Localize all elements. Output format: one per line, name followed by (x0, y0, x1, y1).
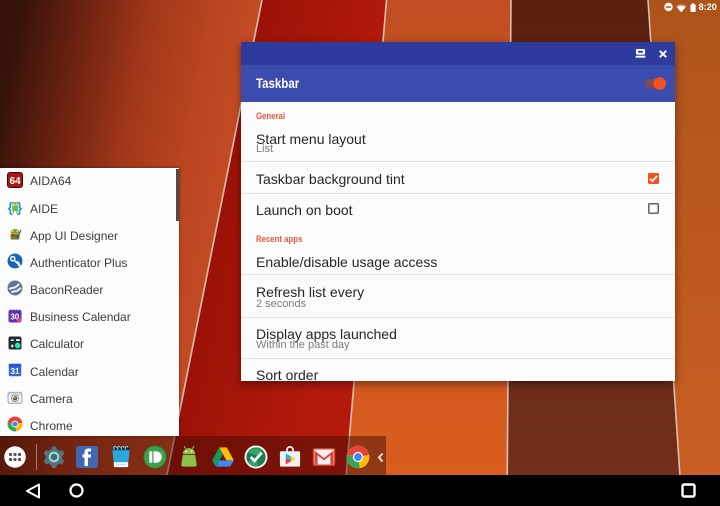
svg-text:64: 64 (9, 175, 21, 186)
svg-text:31: 31 (11, 367, 20, 376)
